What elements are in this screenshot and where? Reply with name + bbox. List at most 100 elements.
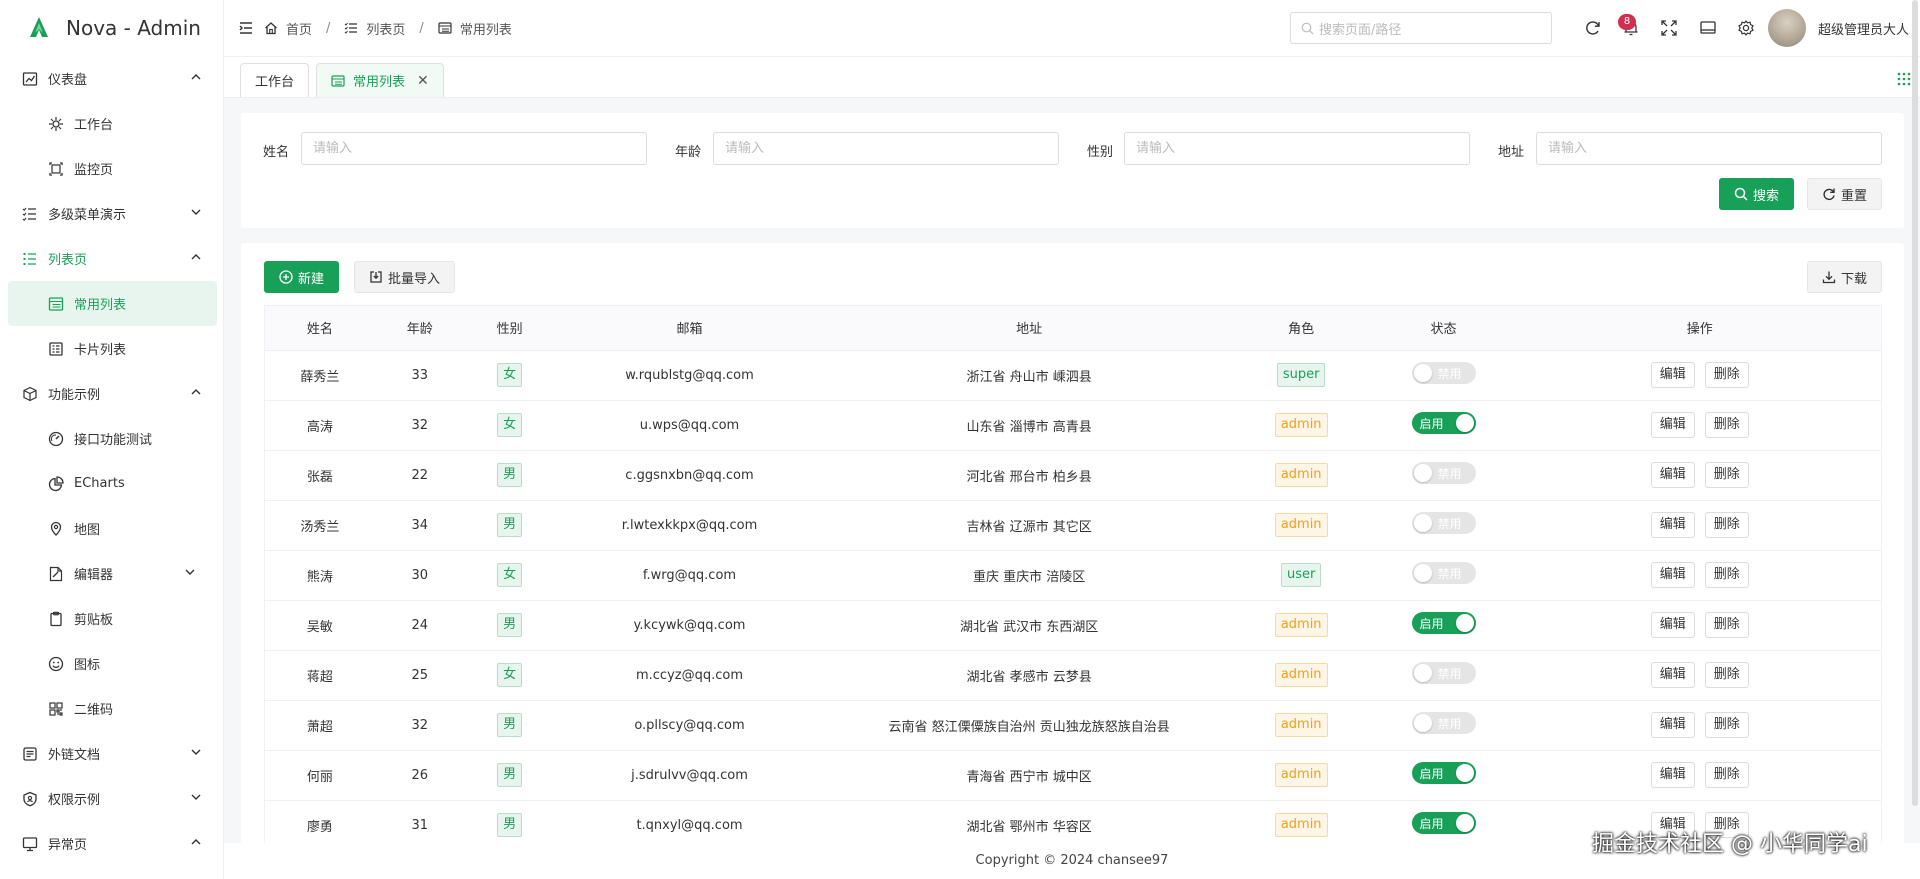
chevron-down-icon[interactable] [189, 205, 203, 219]
fullscreen-icon[interactable] [1660, 19, 1678, 37]
table-list-icon [438, 22, 452, 34]
gender-tag: 女 [497, 413, 523, 437]
status-toggle[interactable]: 启用 [1411, 412, 1476, 434]
tab-workbench[interactable]: 工作台 [240, 63, 310, 97]
filter-input-name[interactable]: 请输入 [301, 132, 647, 165]
cell-status: 禁用 [1368, 650, 1519, 701]
role-tag: admin [1274, 713, 1328, 737]
sidebar-item[interactable]: ECharts [8, 461, 217, 506]
user-avatar[interactable] [1768, 9, 1806, 47]
status-toggle[interactable]: 禁用 [1411, 712, 1476, 734]
cell-age: 30 [374, 550, 465, 601]
reset-button[interactable]: 重置 [1807, 178, 1882, 210]
batch-import-button[interactable]: 批量导入 [354, 261, 455, 293]
monitor-error-icon [22, 836, 38, 852]
edit-button[interactable]: 编辑 [1650, 462, 1695, 488]
edit-button[interactable]: 编辑 [1650, 412, 1695, 438]
filter-input-gender[interactable]: 请输入 [1124, 132, 1470, 165]
status-toggle[interactable]: 禁用 [1411, 362, 1476, 384]
delete-button[interactable]: 删除 [1704, 662, 1749, 688]
breadcrumb-list[interactable]: 列表页 [344, 19, 405, 38]
chevron-up-icon[interactable] [189, 835, 203, 849]
search-placeholder: 搜索页面/路径 [1319, 22, 1402, 38]
edit-button[interactable]: 编辑 [1650, 712, 1695, 738]
refresh-icon[interactable] [1584, 19, 1602, 37]
sidebar-item[interactable]: 监控页 [8, 146, 217, 191]
sidebar-item[interactable]: 工作台 [8, 101, 217, 146]
chevron-up-icon[interactable] [189, 70, 203, 84]
delete-button[interactable]: 删除 [1704, 612, 1749, 638]
edit-button[interactable]: 编辑 [1650, 762, 1695, 788]
sidebar-item[interactable]: 卡片列表 [8, 326, 217, 371]
filter-input-age[interactable]: 请输入 [713, 132, 1059, 165]
delete-button[interactable]: 删除 [1704, 512, 1749, 538]
edit-button[interactable]: 编辑 [1650, 512, 1695, 538]
chevron-down-icon[interactable] [189, 790, 203, 804]
sidebar-item[interactable]: 列表页 [0, 236, 223, 281]
sidebar-item[interactable]: 多级菜单演示 [0, 191, 223, 236]
search-button[interactable]: 搜索 [1719, 178, 1794, 210]
sidebar-item-label: 常用列表 [74, 298, 127, 313]
page-scrollbar[interactable] [1912, 0, 1918, 806]
user-name[interactable]: 超级管理员大人 [1818, 19, 1909, 38]
breadcrumb-current[interactable]: 常用列表 [438, 19, 512, 38]
delete-button[interactable]: 删除 [1704, 362, 1749, 388]
sidebar-item[interactable]: 地图 [8, 506, 217, 551]
collapse-menu-icon[interactable] [238, 20, 254, 36]
edit-button[interactable]: 编辑 [1650, 662, 1695, 688]
sidebar-item-label: 功能示例 [48, 388, 101, 403]
breadcrumb-home[interactable]: 首页 [264, 19, 312, 38]
clipboard-icon [48, 611, 64, 627]
filter-input-address[interactable]: 请输入 [1536, 132, 1882, 165]
role-tag: admin [1274, 463, 1328, 487]
new-button[interactable]: 新建 [264, 261, 339, 293]
search-icon [1301, 22, 1314, 34]
sidebar-item[interactable]: 接口功能测试 [8, 416, 217, 461]
chevron-down-icon[interactable] [183, 565, 197, 579]
edit-button[interactable]: 编辑 [1650, 612, 1695, 638]
status-toggle-label: 启用 [1419, 816, 1444, 831]
cell-email: u.wps@qq.com [554, 400, 825, 451]
sidebar-item[interactable]: 图标 [8, 641, 217, 686]
sidebar-item[interactable]: 剪贴板 [8, 596, 217, 641]
delete-button[interactable]: 删除 [1704, 562, 1749, 588]
delete-button[interactable]: 删除 [1704, 462, 1749, 488]
filter-card: 姓名 请输入 年龄 请输入 性别 请输入 地址 请输入 搜索 重置 [241, 113, 1904, 228]
edit-button[interactable]: 编辑 [1650, 362, 1695, 388]
sidebar-item[interactable]: 功能示例 [0, 371, 223, 416]
status-toggle[interactable]: 启用 [1411, 762, 1476, 784]
edit-button[interactable]: 编辑 [1650, 562, 1695, 588]
layout-icon[interactable] [1699, 19, 1717, 37]
delete-button[interactable]: 删除 [1704, 712, 1749, 738]
gender-tag: 女 [497, 663, 523, 687]
close-tab-icon[interactable]: ✕ [417, 73, 429, 89]
column-header: 年龄 [374, 306, 465, 351]
chevron-up-icon[interactable] [189, 385, 203, 399]
settings-gear-icon[interactable] [1737, 19, 1755, 37]
delete-button[interactable]: 删除 [1704, 762, 1749, 788]
app-logo[interactable]: Nova - Admin [0, 0, 223, 56]
status-toggle[interactable]: 禁用 [1411, 512, 1476, 534]
sidebar-item[interactable]: 常用列表 [8, 281, 217, 326]
download-button[interactable]: 下载 [1807, 261, 1882, 293]
status-toggle[interactable]: 启用 [1411, 612, 1476, 634]
status-toggle[interactable]: 禁用 [1411, 462, 1476, 484]
sidebar-item[interactable]: 二维码 [8, 686, 217, 731]
status-toggle[interactable]: 禁用 [1411, 662, 1476, 684]
grid-menu-icon[interactable] [1896, 71, 1912, 87]
sidebar-item[interactable]: 权限示例 [0, 776, 223, 821]
breadcrumb-label: 列表页 [366, 22, 406, 38]
cube-icon [22, 386, 38, 402]
global-search-input[interactable]: 搜索页面/路径 [1290, 12, 1552, 44]
delete-button[interactable]: 删除 [1704, 412, 1749, 438]
chevron-down-icon[interactable] [189, 745, 203, 759]
tab-common-list[interactable]: 常用列表 ✕ [316, 63, 444, 97]
status-toggle[interactable]: 启用 [1411, 812, 1476, 834]
chevron-up-icon[interactable] [189, 250, 203, 264]
sidebar-item[interactable]: 异常页 [0, 821, 223, 866]
sidebar-item[interactable]: 仪表盘 [0, 56, 223, 101]
status-toggle[interactable]: 禁用 [1411, 562, 1476, 584]
column-header: 性别 [464, 306, 555, 351]
sidebar-item[interactable]: 外链文档 [0, 731, 223, 776]
sidebar-item[interactable]: 编辑器 [8, 551, 217, 596]
